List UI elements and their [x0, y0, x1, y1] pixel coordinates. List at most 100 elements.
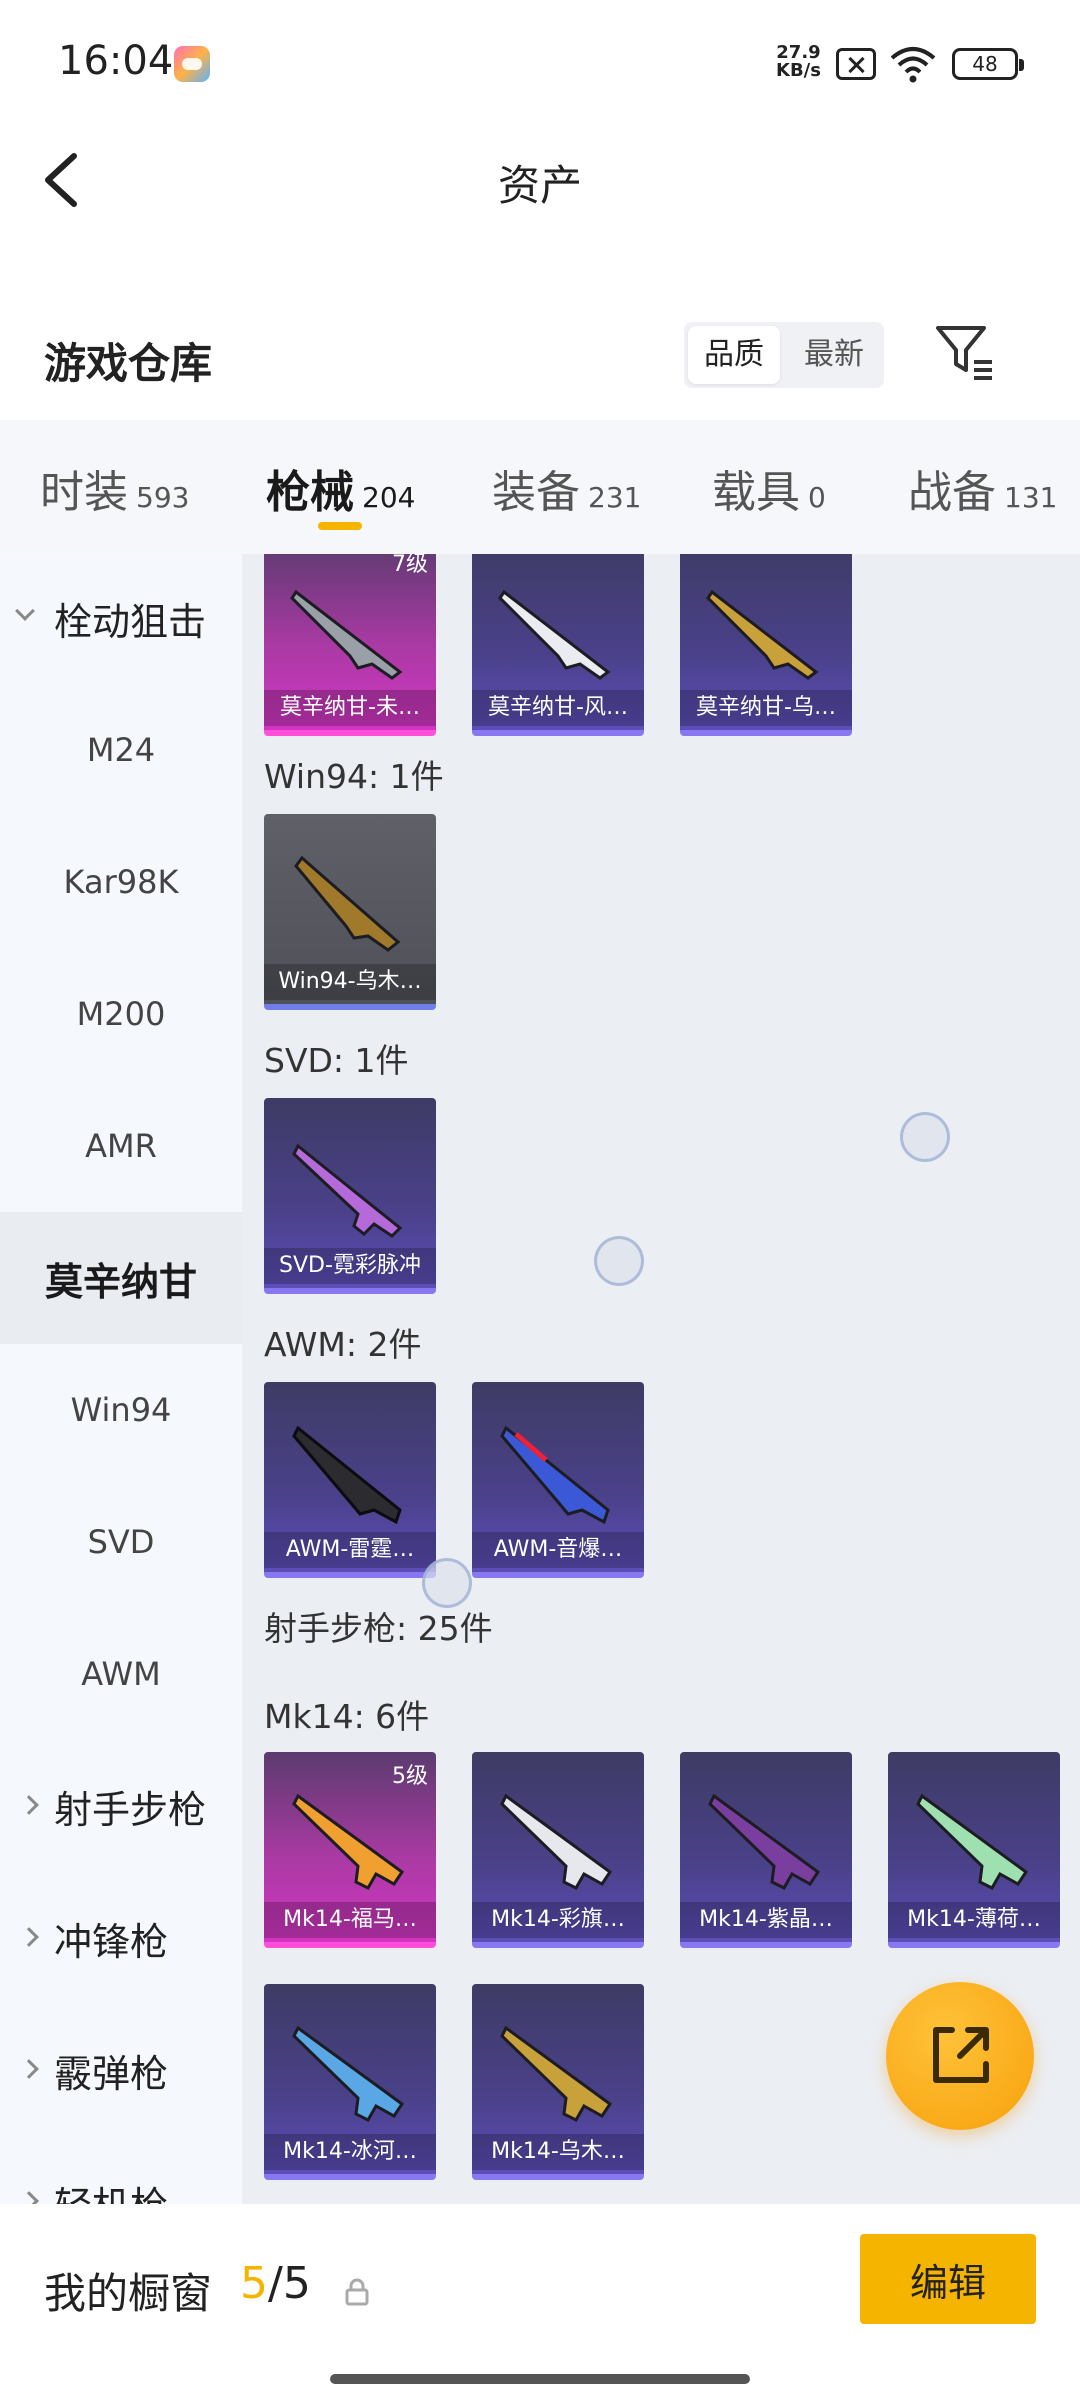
showcase-label: 我的橱窗 — [44, 2269, 213, 2318]
tab-vehicles[interactable]: 载具 0 — [712, 456, 826, 520]
tab-battle-gear[interactable]: 战备 131 — [908, 456, 1057, 520]
showcase-current: 5 — [240, 2258, 268, 2309]
rifle-icon — [292, 2025, 405, 2122]
weapon-card[interactable]: Mk14-薄荷… — [888, 1752, 1060, 1948]
sidebar-group-bolt-action[interactable]: 栓动狙击 — [0, 554, 242, 684]
warehouse-title: 游戏仓库 — [44, 339, 213, 388]
sidebar-item-awm[interactable]: AWM — [0, 1608, 242, 1740]
sidebar-item-label: M200 — [76, 995, 166, 1033]
category-tabs: 时装 593 枪械 204 装备 231 载具 0 战备 131 — [0, 420, 1080, 554]
rifle-icon — [498, 589, 611, 680]
weapon-name: Mk14-薄荷… — [888, 1902, 1060, 1938]
touch-indicator — [594, 1236, 644, 1286]
share-fab-button[interactable] — [886, 1982, 1034, 2130]
rifle-icon — [500, 2025, 613, 2122]
rifle-icon — [292, 1425, 402, 1525]
tab-label: 时装 — [40, 467, 128, 518]
weapon-card[interactable]: 7级 莫辛纳甘-未… — [264, 554, 436, 736]
sidebar-item-svd[interactable]: SVD — [0, 1476, 242, 1608]
warehouse-header: 游戏仓库 品质 最新 — [0, 300, 1080, 420]
sidebar-item-label: 射手步枪 — [54, 1787, 207, 1832]
tab-count: 0 — [808, 481, 826, 514]
tab-label: 枪械 — [266, 467, 354, 518]
weapon-card[interactable]: Mk14-冰河… — [264, 1984, 436, 2180]
weapon-name: Mk14-福马… — [264, 1902, 436, 1938]
weapon-card[interactable]: SVD-霓彩脉冲 — [264, 1098, 436, 1294]
sidebar-group-smg[interactable]: 冲锋枪 — [0, 1872, 242, 2004]
tab-equipment[interactable]: 装备 231 — [492, 456, 641, 520]
weapon-category-sidebar: 栓动狙击 M24 Kar98K M200 AMR 莫辛纳甘 Win94 SVD … — [0, 554, 242, 2204]
weapon-card[interactable]: Mk14-乌木… — [472, 1984, 644, 2180]
sidebar-item-label: M24 — [86, 731, 156, 769]
tab-label: 战备 — [908, 467, 996, 518]
sidebar-item-label: 冲锋枪 — [54, 1919, 169, 1964]
touch-indicator — [422, 1558, 472, 1608]
sidebar-item-label: Kar98K — [63, 863, 179, 901]
weapon-name: Mk14-冰河… — [264, 2134, 436, 2170]
share-icon — [933, 2027, 989, 2083]
weapon-card[interactable]: 莫辛纳甘-乌… — [680, 554, 852, 736]
sort-by-quality[interactable]: 品质 — [688, 326, 780, 384]
sidebar-item-m24[interactable]: M24 — [0, 684, 242, 816]
section-label-dmr: 射手步枪: 25件 — [264, 1609, 493, 1648]
weapon-card[interactable]: AWM-音爆… — [472, 1382, 644, 1578]
status-bar: 16:04 27.9 KB/s 48 — [0, 0, 1080, 130]
rifle-icon — [294, 855, 401, 952]
network-speed: 27.9 KB/s — [776, 44, 821, 80]
sidebar-group-dmr[interactable]: 射手步枪 — [0, 1740, 242, 1872]
rifle-icon — [290, 589, 403, 680]
weapon-card[interactable]: Win94-乌木… — [264, 814, 436, 1010]
tab-count: 231 — [588, 481, 642, 514]
sidebar-group-shotgun[interactable]: 霰弹枪 — [0, 2004, 242, 2136]
section-label-svd: SVD: 1件 — [264, 1041, 409, 1080]
tab-count: 204 — [362, 481, 416, 514]
sidebar-item-kar98k[interactable]: Kar98K — [0, 816, 242, 948]
battery-indicator: 48 — [952, 48, 1024, 80]
weapon-name: AWM-雷霆… — [264, 1532, 436, 1568]
home-indicator[interactable] — [330, 2374, 750, 2384]
weapon-name: AWM-音爆… — [472, 1532, 644, 1568]
weapon-name: Mk14-紫晶… — [680, 1902, 852, 1938]
edit-button[interactable]: 编辑 — [860, 2234, 1036, 2324]
sidebar-item-win94[interactable]: Win94 — [0, 1344, 242, 1476]
sidebar-item-amr[interactable]: AMR — [0, 1080, 242, 1212]
tab-label: 装备 — [492, 467, 580, 518]
sidebar-item-label: 栓动狙击 — [54, 599, 207, 644]
filter-icon[interactable] — [934, 322, 996, 384]
weapon-card[interactable]: 莫辛纳甘-风… — [472, 554, 644, 736]
weapon-level: 5级 — [392, 1764, 428, 1789]
chevron-down-icon — [15, 601, 35, 621]
chevron-right-icon — [19, 2191, 39, 2204]
weapon-card[interactable]: Mk14-紫晶… — [680, 1752, 852, 1948]
section-label-awm: AWM: 2件 — [264, 1325, 422, 1364]
network-speed-unit: KB/s — [776, 60, 821, 81]
sort-toggle: 品质 最新 — [684, 322, 884, 388]
sort-by-newest[interactable]: 最新 — [784, 322, 884, 388]
sidebar-item-mosin[interactable]: 莫辛纳甘 — [0, 1212, 242, 1344]
weapon-card[interactable]: 5级 Mk14-福马… — [264, 1752, 436, 1948]
tab-count: 593 — [136, 481, 190, 514]
weapon-level: 7级 — [392, 554, 428, 577]
weapon-card[interactable]: Mk14-彩旗… — [472, 1752, 644, 1948]
tab-count: 131 — [1004, 481, 1058, 514]
weapon-card[interactable]: AWM-雷霆… — [264, 1382, 436, 1578]
status-time: 16:04 — [58, 38, 174, 84]
sidebar-group-lmg[interactable]: 轻机枪 — [0, 2136, 242, 2204]
weapon-name: SVD-霓彩脉冲 — [264, 1248, 436, 1284]
touch-indicator — [900, 1112, 950, 1162]
sidebar-item-label: 莫辛纳甘 — [44, 1259, 197, 1304]
sidebar-item-label: AMR — [85, 1127, 157, 1165]
app-header: 资产 — [0, 130, 1080, 230]
active-tab-indicator — [318, 522, 362, 530]
sidebar-item-label: AWM — [81, 1655, 161, 1693]
section-label-mk14: Mk14: 6件 — [264, 1697, 430, 1736]
rifle-icon — [500, 1425, 610, 1525]
rifle-icon — [292, 1793, 405, 1890]
rifle-icon — [916, 1793, 1029, 1890]
sidebar-item-m200[interactable]: M200 — [0, 948, 242, 1080]
section-label-win94: Win94: 1件 — [264, 757, 444, 796]
tab-guns[interactable]: 枪械 204 — [266, 456, 415, 520]
tab-outfits[interactable]: 时装 593 — [40, 456, 189, 520]
sidebar-item-label: Win94 — [70, 1391, 172, 1429]
game-app-icon — [174, 46, 210, 82]
